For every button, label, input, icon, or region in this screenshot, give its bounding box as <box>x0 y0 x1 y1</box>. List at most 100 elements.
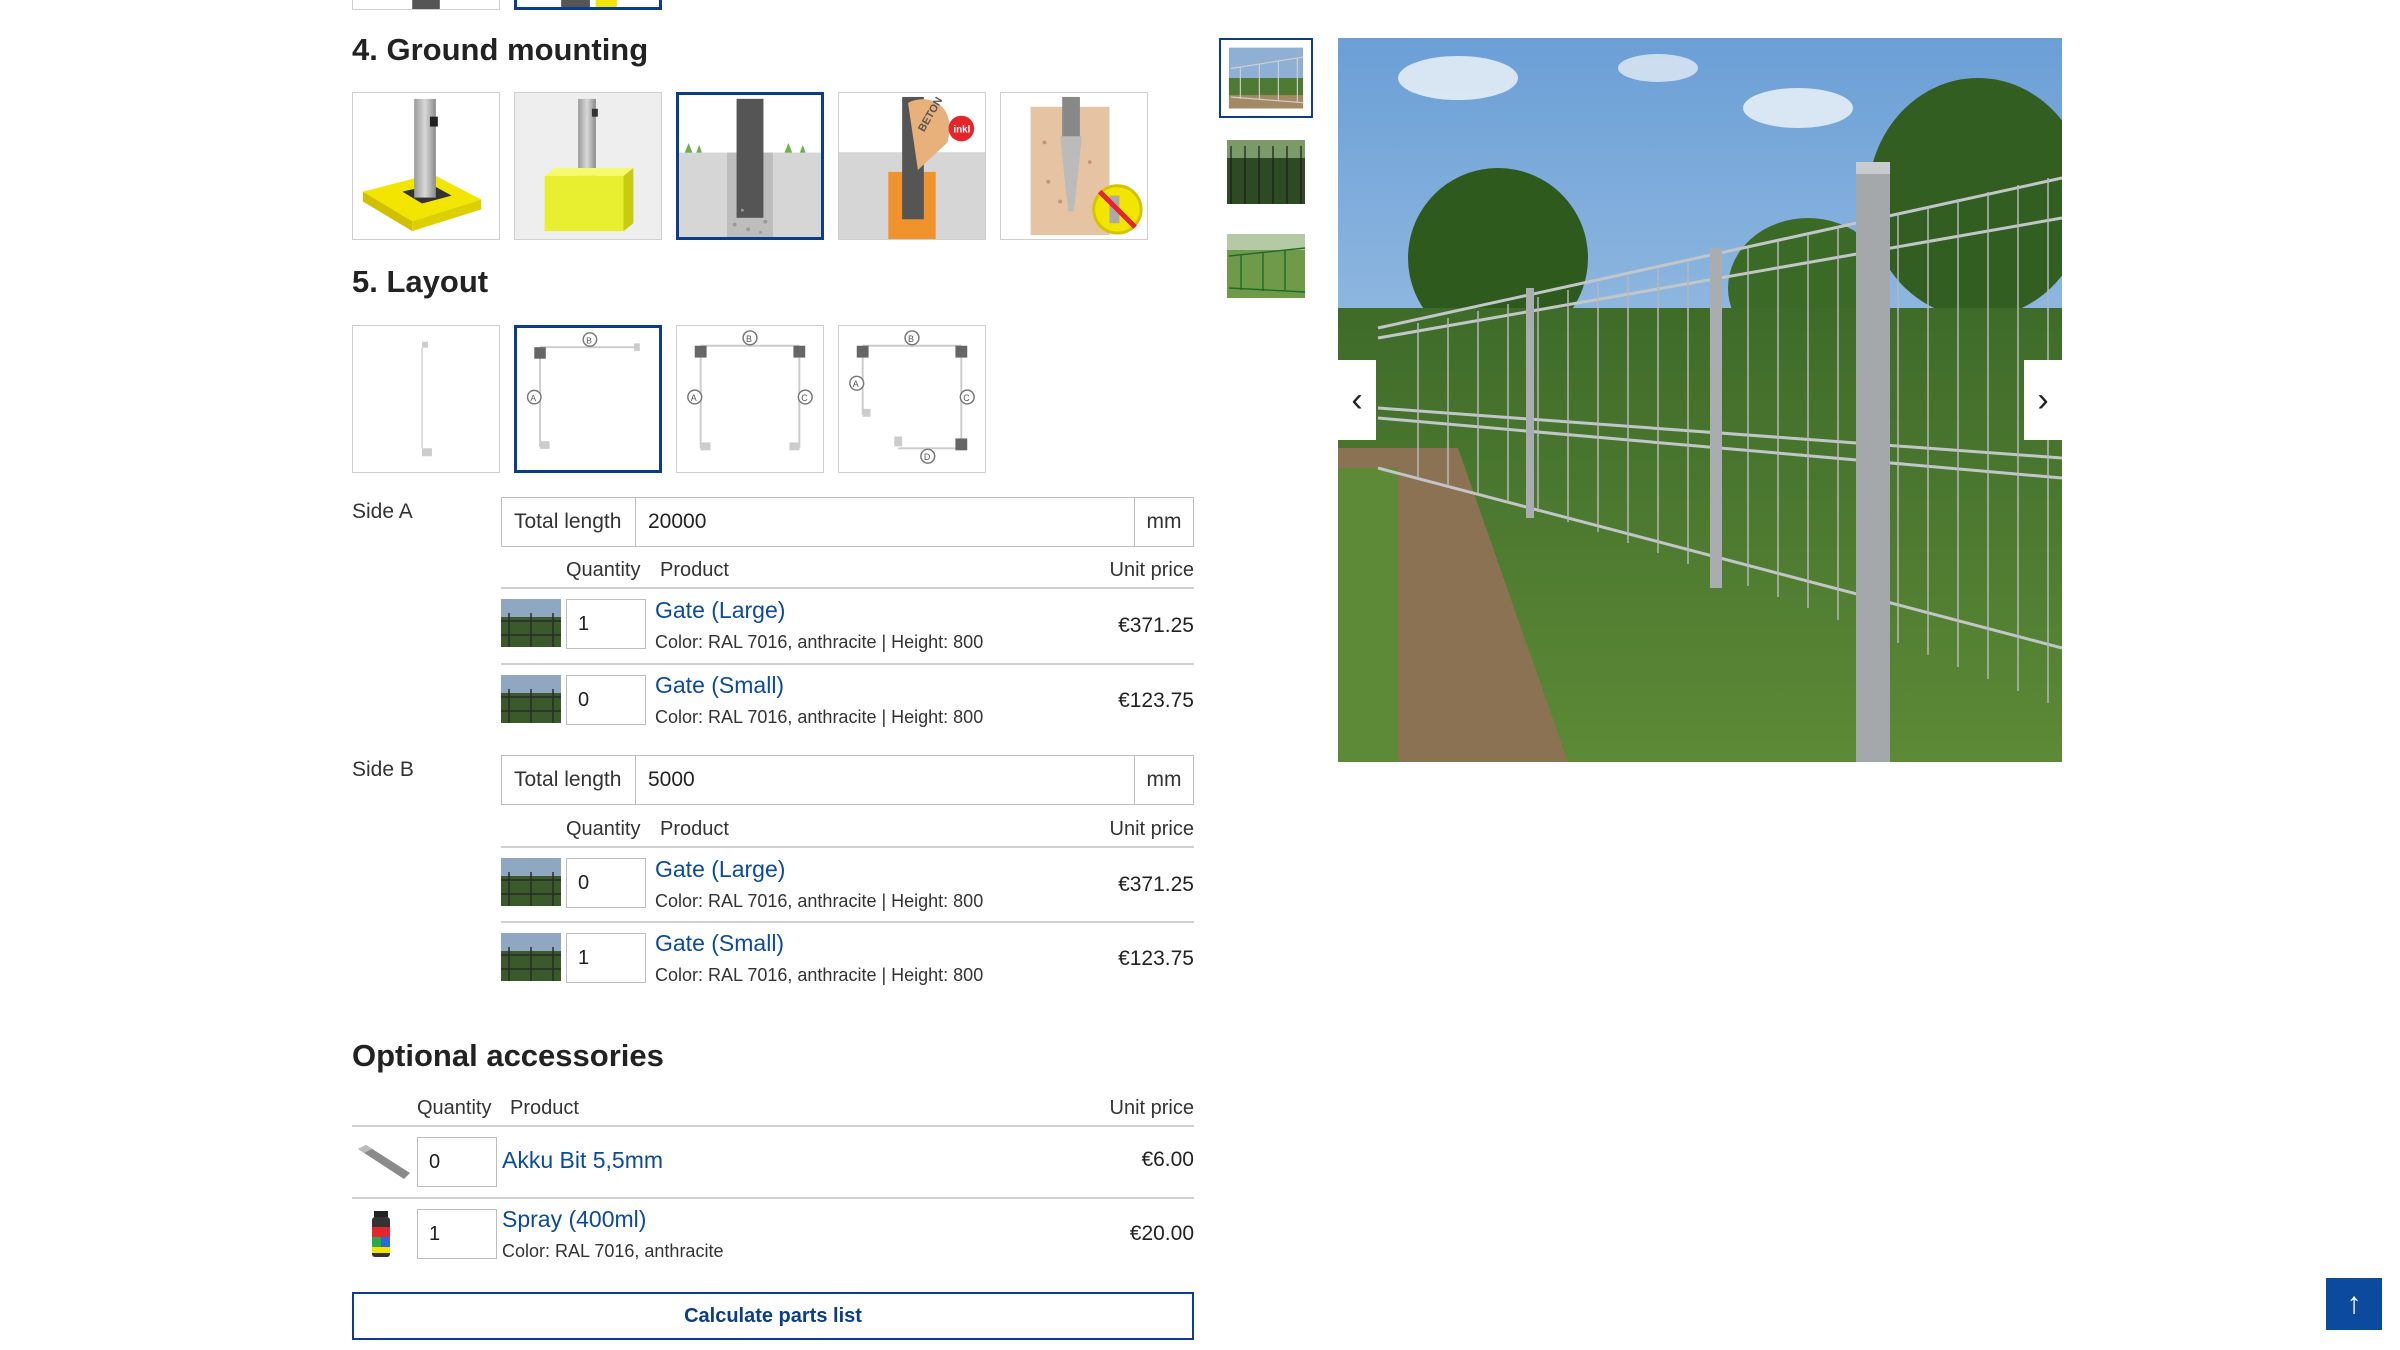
prev-option-tile-1[interactable] <box>352 0 500 10</box>
side-a-gate-large-link[interactable]: Gate (Large) <box>655 597 785 624</box>
side-a-length-field: Total length 20000 mm <box>501 497 1194 547</box>
side-a-gate-small-link[interactable]: Gate (Small) <box>655 672 784 699</box>
divider <box>352 1197 1194 1199</box>
side-b-label: Side B <box>352 758 414 781</box>
mount-option-base-plate[interactable] <box>352 92 500 240</box>
spray-can-thumbnail <box>352 1209 412 1257</box>
point-a-label: A <box>853 379 859 389</box>
point-d-label: D <box>924 452 930 462</box>
point-b-label: B <box>586 335 592 345</box>
unit-label: mm <box>1134 756 1193 804</box>
side-b-length-field: Total length 5000 mm <box>501 755 1194 805</box>
akku-bit-qty[interactable]: 0 <box>417 1137 497 1187</box>
layout-option-u-shape[interactable]: B A C <box>676 325 824 473</box>
side-b-gate-small-link[interactable]: Gate (Small) <box>655 930 784 957</box>
accessories-title: Optional accessories <box>352 1038 664 1073</box>
divider <box>501 921 1194 923</box>
chevron-left-icon: ‹ <box>1351 380 1363 419</box>
product-main-image <box>1338 38 2062 762</box>
concrete-bag-illustration: BETON inkl <box>839 93 985 239</box>
side-a-length-input[interactable]: 20000 <box>636 498 1134 546</box>
unit-price-header: Unit price <box>1109 559 1194 581</box>
gallery-thumb-2[interactable] <box>1219 132 1313 212</box>
layout-title: 5. Layout <box>352 264 489 299</box>
total-length-label: Total length <box>502 498 636 546</box>
gate-large-thumbnail <box>501 858 561 906</box>
unit-label: mm <box>1134 498 1193 546</box>
quantity-header: Quantity <box>417 1097 492 1119</box>
unit-price: €20.00 <box>1129 1222 1194 1245</box>
fence-thumbnail <box>1219 132 1313 212</box>
mount-option-ground-spike[interactable] <box>1000 92 1148 240</box>
unit-price: €371.25 <box>1118 614 1194 637</box>
point-a-label: A <box>691 393 697 403</box>
unit-price: €371.25 <box>1118 873 1194 896</box>
side-b-gate-large-qty[interactable]: 0 <box>566 858 646 908</box>
layout-closed-diagram: B A C D <box>849 330 975 464</box>
layout-option-closed[interactable]: B A C D <box>838 325 986 473</box>
point-b-label: B <box>746 334 752 344</box>
quantity-header: Quantity <box>566 559 641 581</box>
unit-price-header: Unit price <box>1109 818 1194 840</box>
gate-small-thumbnail <box>501 933 561 981</box>
layout-straight-diagram <box>421 341 432 457</box>
unit-price: €123.75 <box>1118 947 1194 970</box>
gallery-prev-button[interactable]: ‹ <box>1338 360 1376 440</box>
gate-small-thumbnail <box>501 675 561 723</box>
side-a-gate-small-qty[interactable]: 0 <box>566 675 646 725</box>
product-header: Product <box>510 1097 579 1119</box>
divider <box>501 846 1194 848</box>
product-header: Product <box>660 559 729 581</box>
gallery-thumb-1[interactable] <box>1219 38 1313 118</box>
divider <box>352 1125 1194 1127</box>
spray-qty[interactable]: 1 <box>417 1209 497 1259</box>
gallery-thumb-3[interactable] <box>1219 226 1313 306</box>
unit-price-header: Unit price <box>1109 1097 1194 1119</box>
spray-link[interactable]: Spray (400ml) <box>502 1206 646 1233</box>
point-c-label: C <box>801 393 808 403</box>
layout-l-shape-diagram: B A <box>526 332 640 449</box>
side-a-gate-large-qty[interactable]: 1 <box>566 599 646 649</box>
ground-mounting-title: 4. Ground mounting <box>352 32 649 67</box>
side-b-length-input[interactable]: 5000 <box>636 756 1134 804</box>
akku-bit-thumbnail <box>352 1137 412 1185</box>
unit-price: €123.75 <box>1118 689 1194 712</box>
layout-u-shape-diagram: B A C <box>687 330 813 451</box>
point-c-label: C <box>963 393 970 403</box>
concrete-cast-illustration <box>679 95 821 237</box>
base-plate-illustration <box>362 98 482 232</box>
mount-option-concrete-cast[interactable] <box>676 92 824 240</box>
divider <box>501 663 1194 665</box>
side-b-gate-small-qty[interactable]: 1 <box>566 933 646 983</box>
side-b-gate-large-link[interactable]: Gate (Large) <box>655 856 785 883</box>
gallery-next-button[interactable]: › <box>2024 360 2062 440</box>
layout-option-l-shape[interactable]: B A <box>514 325 662 473</box>
fence-thumbnail <box>1221 40 1311 116</box>
total-length-label: Total length <box>502 756 636 804</box>
product-description: Color: RAL 7016, anthracite | Height: 80… <box>655 707 984 727</box>
mount-option-concrete-bag[interactable]: BETON inkl <box>838 92 986 240</box>
product-description: Color: RAL 7016, anthracite | Height: 80… <box>655 891 984 911</box>
quantity-header: Quantity <box>566 818 641 840</box>
product-description: Color: RAL 7016, anthracite | Height: 80… <box>655 965 984 985</box>
product-description: Color: RAL 7016, anthracite | Height: 80… <box>655 632 984 652</box>
prev-option-tile-2[interactable] <box>514 0 662 10</box>
product-description: Color: RAL 7016, anthracite <box>502 1241 724 1261</box>
mount-option-yellow-block[interactable] <box>514 92 662 240</box>
akku-bit-link[interactable]: Akku Bit 5,5mm <box>502 1147 663 1174</box>
yellow-block-illustration <box>515 93 661 239</box>
point-b-label: B <box>908 334 914 344</box>
gate-large-thumbnail <box>501 599 561 647</box>
ground-spike-illustration <box>1001 93 1147 239</box>
side-a-label: Side A <box>352 500 413 523</box>
scroll-to-top-button[interactable]: ↑ <box>2326 1278 2382 1330</box>
chevron-right-icon: › <box>2037 380 2049 419</box>
divider <box>501 587 1194 589</box>
inkl-badge: inkl <box>953 124 970 135</box>
calculate-parts-list-button[interactable]: Calculate parts list <box>352 1292 1194 1340</box>
layout-option-straight[interactable] <box>352 325 500 473</box>
point-a-label: A <box>530 393 536 403</box>
fence-thumbnail <box>1219 226 1313 306</box>
arrow-up-icon: ↑ <box>2346 1287 2362 1320</box>
unit-price: €6.00 <box>1141 1148 1194 1171</box>
